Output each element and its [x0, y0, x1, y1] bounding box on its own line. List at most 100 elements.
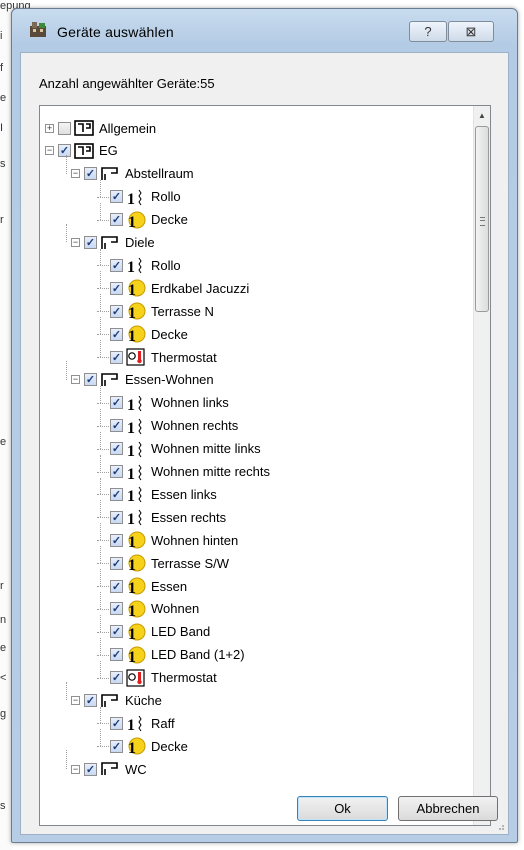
device-tree[interactable]: + Allgemein − ✓ EG − ✓ Abstellraum ✓ 1 Rollo ✓ 1 Deck…: [39, 105, 491, 826]
tree-item-label: Allgemein: [99, 120, 157, 136]
tree-item-label: Terrasse N: [151, 303, 214, 319]
tree-connector-line: [100, 202, 101, 220]
background-fragment: s: [0, 800, 6, 812]
tree-checkbox[interactable]: ✓: [110, 304, 123, 318]
tree-checkbox[interactable]: ✓: [110, 556, 123, 570]
tree-room-item[interactable]: − ✓ Küche: [71, 690, 162, 712]
tree-device-item[interactable]: ✓ 1 Decke: [110, 323, 188, 345]
tree-checkbox[interactable]: ✓: [110, 602, 123, 616]
tree-checkbox[interactable]: ✓: [110, 648, 123, 662]
tree-checkbox[interactable]: ✓: [84, 762, 97, 776]
tree-room-item[interactable]: − ✓ Essen-Wohnen: [71, 369, 214, 391]
dialog-window: Geräte auswählen ? ⊠ Anzahl angewählter …: [11, 8, 518, 843]
collapse-icon[interactable]: −: [71, 375, 80, 385]
tree-device-item[interactable]: ✓ 1 Essen links: [110, 483, 217, 505]
light-icon: 1: [126, 554, 146, 574]
tree-checkbox[interactable]: ✓: [110, 487, 123, 501]
tree-checkbox[interactable]: ✓: [110, 396, 123, 410]
tree-device-item[interactable]: ✓ Thermostat: [110, 667, 217, 689]
tree-checkbox[interactable]: ✓: [110, 350, 123, 364]
collapse-icon[interactable]: −: [71, 696, 80, 705]
collapse-icon[interactable]: −: [71, 764, 80, 774]
background-fragment: e: [0, 642, 7, 654]
tree-room-item[interactable]: − ✓ Abstellraum: [71, 163, 194, 185]
tree-room-item[interactable]: + Allgemein: [45, 117, 156, 139]
tree-device-item[interactable]: ✓ 1 Terrasse N: [110, 300, 214, 322]
tree-device-item[interactable]: ✓ 1 Wohnen links: [110, 392, 229, 414]
tree-checkbox[interactable]: ✓: [110, 533, 123, 547]
expand-icon[interactable]: +: [45, 123, 54, 133]
tree-checkbox[interactable]: ✓: [84, 236, 97, 249]
tree-checkbox[interactable]: ✓: [110, 281, 123, 295]
tree-device-item[interactable]: ✓ 1 Wohnen: [110, 598, 199, 620]
cancel-button[interactable]: Abbrechen: [398, 796, 498, 821]
tree-checkbox[interactable]: ✓: [58, 144, 71, 158]
tree-device-item[interactable]: ✓ 1 Wohnen mitte rechts: [110, 461, 270, 483]
tree-checkbox[interactable]: ✓: [110, 671, 123, 685]
scroll-up-arrow-icon[interactable]: ▲: [476, 109, 488, 121]
tree-device-item[interactable]: ✓ 1 Wohnen hinten: [110, 529, 238, 551]
tree-room-item[interactable]: − ✓ EG: [45, 140, 118, 162]
tree-checkbox[interactable]: ✓: [110, 739, 123, 753]
tree-checkbox[interactable]: ✓: [110, 190, 123, 204]
tree-device-item[interactable]: ✓ 1 Terrasse S/W: [110, 552, 229, 574]
tree-device-item[interactable]: ✓ 1 Decke: [110, 209, 188, 231]
tree-checkbox[interactable]: ✓: [110, 625, 123, 639]
close-button[interactable]: ⊠: [448, 21, 494, 42]
tree-room-item[interactable]: − ✓ WC: [71, 758, 147, 780]
tree-connector-line: [100, 569, 101, 586]
help-button[interactable]: ?: [409, 21, 447, 42]
tree-item-label: Decke: [151, 738, 188, 754]
tree-item-label: Wohnen: [151, 601, 200, 617]
tree-device-item[interactable]: ✓ 1 Essen rechts: [110, 506, 226, 528]
tree-item-label: Erdkabel Jacuzzi: [151, 280, 250, 296]
tree-device-item[interactable]: ✓ 1 Wohnen rechts: [110, 415, 238, 437]
tree-checkbox[interactable]: ✓: [110, 465, 123, 478]
tree-device-item[interactable]: ✓ 1 LED Band (1+2): [110, 644, 245, 666]
tree-item-label: Wohnen hinten: [151, 532, 239, 548]
collapse-icon[interactable]: −: [45, 146, 54, 156]
tree-room-item[interactable]: − ✓ Diele: [71, 232, 155, 254]
tree-scrollbar[interactable]: ▲ ▼: [473, 106, 490, 825]
tree-checkbox[interactable]: ✓: [84, 167, 97, 181]
tree-device-item[interactable]: ✓ 1 Wohnen mitte links: [110, 438, 261, 460]
tree-device-item[interactable]: ✓ 1 Decke: [110, 735, 188, 757]
tree-device-item[interactable]: ✓ 1 Rollo: [110, 186, 181, 208]
tree-checkbox[interactable]: ✓: [110, 419, 123, 433]
tree-checkbox[interactable]: ✓: [110, 579, 123, 593]
collapse-icon[interactable]: −: [71, 169, 80, 179]
ok-button[interactable]: Ok: [297, 796, 388, 821]
tree-checkbox[interactable]: ✓: [110, 213, 123, 227]
tree-checkbox[interactable]: ✓: [84, 694, 97, 707]
tree-connector-line: [100, 631, 109, 633]
room-icon: [100, 692, 120, 710]
tree-device-item[interactable]: ✓ 1 LED Band: [110, 621, 210, 643]
light-icon: 1: [126, 279, 146, 299]
tree-checkbox[interactable]: ✓: [84, 373, 97, 387]
tree-checkbox[interactable]: [58, 121, 71, 135]
tree-item-label: Rollo: [151, 189, 181, 205]
tree-checkbox[interactable]: ✓: [110, 716, 123, 730]
tree-device-item[interactable]: ✓ 1 Essen: [110, 575, 187, 597]
collapse-icon[interactable]: −: [71, 238, 80, 247]
tree-checkbox[interactable]: ✓: [110, 442, 123, 456]
tree-connector-line: [100, 294, 101, 312]
svg-text:1: 1: [127, 511, 135, 526]
tree-connector-line: [100, 660, 101, 678]
tree-device-item[interactable]: ✓ Thermostat: [110, 346, 217, 368]
dialog-client-area: Anzahl angewählter Geräte:55 + Allgemein −…: [20, 52, 509, 835]
scroll-thumb[interactable]: [475, 126, 489, 312]
tree-connector-line: [66, 154, 67, 174]
tree-checkbox[interactable]: ✓: [110, 327, 123, 341]
tree-device-item[interactable]: ✓ 1 Erdkabel Jacuzzi: [110, 277, 249, 299]
tree-device-item[interactable]: ✓ 1 Raff: [110, 712, 175, 734]
tree-connector-line: [100, 546, 101, 564]
tree-item-label: Abstellraum: [125, 166, 194, 182]
tree-connector-line: [100, 288, 109, 290]
tree-device-item[interactable]: ✓ 1 Rollo: [110, 254, 181, 276]
resize-grip-icon[interactable]: [495, 821, 505, 831]
tree-checkbox[interactable]: ✓: [110, 258, 123, 272]
tree-checkbox[interactable]: ✓: [110, 510, 123, 524]
tree-item-label: Essen: [151, 578, 188, 594]
tree-connector-line: [100, 340, 101, 357]
